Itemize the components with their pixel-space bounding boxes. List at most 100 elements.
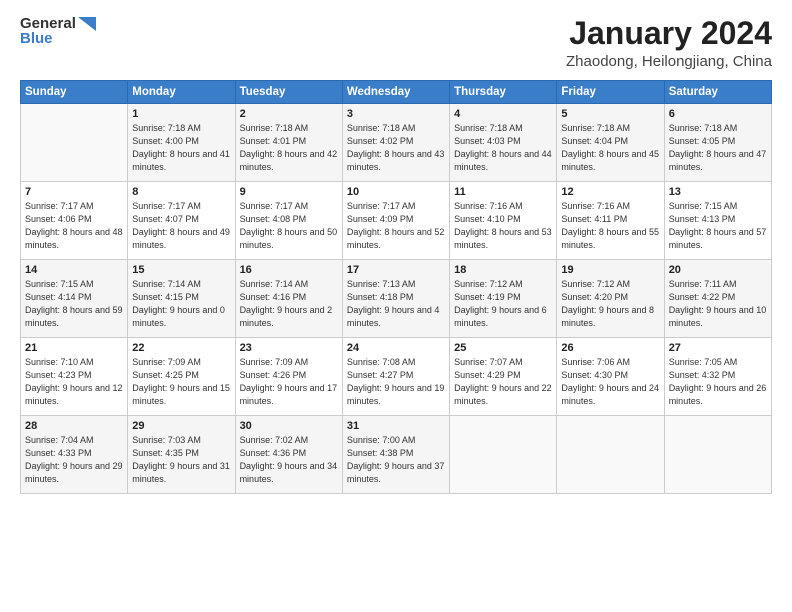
day-cell	[664, 416, 771, 494]
day-info: Sunrise: 7:18 AM Sunset: 4:01 PM Dayligh…	[240, 122, 338, 174]
day-cell: 26 Sunrise: 7:06 AM Sunset: 4:30 PM Dayli…	[557, 338, 664, 416]
day-number: 11	[454, 186, 552, 198]
day-info: Sunrise: 7:12 AM Sunset: 4:19 PM Dayligh…	[454, 278, 552, 330]
day-info: Sunrise: 7:15 AM Sunset: 4:13 PM Dayligh…	[669, 200, 767, 252]
day-info: Sunrise: 7:17 AM Sunset: 4:08 PM Dayligh…	[240, 200, 338, 252]
week-row-3: 14 Sunrise: 7:15 AM Sunset: 4:14 PM Dayli…	[21, 260, 772, 338]
week-row-4: 21Sunrise: 7:10 AM Sunset: 4:23 PM Dayli…	[21, 338, 772, 416]
day-info: Sunrise: 7:14 AM Sunset: 4:16 PM Dayligh…	[240, 278, 338, 330]
day-number: 3	[347, 108, 445, 120]
day-info: Sunrise: 7:16 AM Sunset: 4:11 PM Dayligh…	[561, 200, 659, 252]
day-number: 12	[561, 186, 659, 198]
day-number: 27	[669, 342, 767, 354]
day-info: Sunrise: 7:07 AM Sunset: 4:29 PM Dayligh…	[454, 356, 552, 408]
day-info: Sunrise: 7:17 AM Sunset: 4:09 PM Dayligh…	[347, 200, 445, 252]
day-info: Sunrise: 7:02 AM Sunset: 4:36 PM Dayligh…	[240, 434, 338, 486]
col-friday: Friday	[557, 81, 664, 104]
day-cell: 19 Sunrise: 7:12 AM Sunset: 4:20 PM Dayli…	[557, 260, 664, 338]
day-info: Sunrise: 7:11 AM Sunset: 4:22 PM Dayligh…	[669, 278, 767, 330]
day-cell: 21Sunrise: 7:10 AM Sunset: 4:23 PM Dayli…	[21, 338, 128, 416]
day-cell: 4 Sunrise: 7:18 AM Sunset: 4:03 PM Daylig…	[450, 104, 557, 182]
day-info: Sunrise: 7:05 AM Sunset: 4:32 PM Dayligh…	[669, 356, 767, 408]
day-info: Sunrise: 7:18 AM Sunset: 4:00 PM Dayligh…	[132, 122, 230, 174]
day-cell: 27 Sunrise: 7:05 AM Sunset: 4:32 PM Dayli…	[664, 338, 771, 416]
day-info: Sunrise: 7:17 AM Sunset: 4:07 PM Dayligh…	[132, 200, 230, 252]
day-number: 15	[132, 264, 230, 276]
day-number: 14	[25, 264, 123, 276]
day-number: 10	[347, 186, 445, 198]
col-thursday: Thursday	[450, 81, 557, 104]
day-info: Sunrise: 7:04 AM Sunset: 4:33 PM Dayligh…	[25, 434, 123, 486]
logo-container: General Blue	[20, 16, 96, 47]
day-cell	[21, 104, 128, 182]
day-number: 16	[240, 264, 338, 276]
day-info: Sunrise: 7:06 AM Sunset: 4:30 PM Dayligh…	[561, 356, 659, 408]
day-cell: 25 Sunrise: 7:07 AM Sunset: 4:29 PM Dayli…	[450, 338, 557, 416]
day-number: 17	[347, 264, 445, 276]
day-cell: 5 Sunrise: 7:18 AM Sunset: 4:04 PM Daylig…	[557, 104, 664, 182]
header: General Blue January 2024 Zhaodong, Heil…	[20, 16, 772, 70]
day-number: 30	[240, 420, 338, 432]
day-cell	[450, 416, 557, 494]
day-number: 8	[132, 186, 230, 198]
day-info: Sunrise: 7:14 AM Sunset: 4:15 PM Dayligh…	[132, 278, 230, 330]
day-cell: 15 Sunrise: 7:14 AM Sunset: 4:15 PM Dayli…	[128, 260, 235, 338]
day-cell: 23Sunrise: 7:09 AM Sunset: 4:26 PM Dayli…	[235, 338, 342, 416]
day-info: Sunrise: 7:15 AM Sunset: 4:14 PM Dayligh…	[25, 278, 123, 330]
day-cell: 29 Sunrise: 7:03 AM Sunset: 4:35 PM Dayli…	[128, 416, 235, 494]
day-cell: 22Sunrise: 7:09 AM Sunset: 4:25 PM Dayli…	[128, 338, 235, 416]
day-cell: 8 Sunrise: 7:17 AM Sunset: 4:07 PM Daylig…	[128, 182, 235, 260]
day-cell: 2 Sunrise: 7:18 AM Sunset: 4:01 PM Daylig…	[235, 104, 342, 182]
day-info: Sunrise: 7:13 AM Sunset: 4:18 PM Dayligh…	[347, 278, 445, 330]
day-info: Sunrise: 7:18 AM Sunset: 4:02 PM Dayligh…	[347, 122, 445, 174]
logo-triangle-icon	[78, 17, 96, 31]
day-number: 26	[561, 342, 659, 354]
day-cell: 10 Sunrise: 7:17 AM Sunset: 4:09 PM Dayli…	[342, 182, 449, 260]
day-info: Sunrise: 7:18 AM Sunset: 4:05 PM Dayligh…	[669, 122, 767, 174]
day-info: Sunrise: 7:03 AM Sunset: 4:35 PM Dayligh…	[132, 434, 230, 486]
day-cell: 14 Sunrise: 7:15 AM Sunset: 4:14 PM Dayli…	[21, 260, 128, 338]
day-number: 25	[454, 342, 552, 354]
calendar-page: General Blue January 2024 Zhaodong, Heil…	[0, 0, 792, 612]
day-cell: 24Sunrise: 7:08 AM Sunset: 4:27 PM Dayli…	[342, 338, 449, 416]
month-title: January 2024	[566, 16, 772, 51]
day-info: Sunrise: 7:18 AM Sunset: 4:03 PM Dayligh…	[454, 122, 552, 174]
col-monday: Monday	[128, 81, 235, 104]
day-number: 19	[561, 264, 659, 276]
col-tuesday: Tuesday	[235, 81, 342, 104]
week-row-1: 1 Sunrise: 7:18 AM Sunset: 4:00 PM Daylig…	[21, 104, 772, 182]
day-info: Sunrise: 7:00 AM Sunset: 4:38 PM Dayligh…	[347, 434, 445, 486]
day-cell: 6Sunrise: 7:18 AM Sunset: 4:05 PM Daylig…	[664, 104, 771, 182]
day-number: 18	[454, 264, 552, 276]
col-wednesday: Wednesday	[342, 81, 449, 104]
day-number: 20	[669, 264, 767, 276]
day-number: 29	[132, 420, 230, 432]
day-info: Sunrise: 7:10 AM Sunset: 4:23 PM Dayligh…	[25, 356, 123, 408]
day-info: Sunrise: 7:17 AM Sunset: 4:06 PM Dayligh…	[25, 200, 123, 252]
day-cell: 18 Sunrise: 7:12 AM Sunset: 4:19 PM Dayli…	[450, 260, 557, 338]
title-block: January 2024 Zhaodong, Heilongjiang, Chi…	[566, 16, 772, 70]
day-info: Sunrise: 7:12 AM Sunset: 4:20 PM Dayligh…	[561, 278, 659, 330]
day-cell: 13 Sunrise: 7:15 AM Sunset: 4:13 PM Dayli…	[664, 182, 771, 260]
day-cell: 1 Sunrise: 7:18 AM Sunset: 4:00 PM Daylig…	[128, 104, 235, 182]
day-info: Sunrise: 7:09 AM Sunset: 4:26 PM Dayligh…	[240, 356, 338, 408]
logo: General Blue	[20, 16, 96, 47]
day-cell: 17 Sunrise: 7:13 AM Sunset: 4:18 PM Dayli…	[342, 260, 449, 338]
day-number: 4	[454, 108, 552, 120]
day-number: 2	[240, 108, 338, 120]
day-cell: 9Sunrise: 7:17 AM Sunset: 4:08 PM Daylig…	[235, 182, 342, 260]
day-number: 13	[669, 186, 767, 198]
week-row-5: 28Sunrise: 7:04 AM Sunset: 4:33 PM Dayli…	[21, 416, 772, 494]
header-row: Sunday Monday Tuesday Wednesday Thursday…	[21, 81, 772, 104]
col-saturday: Saturday	[664, 81, 771, 104]
location-title: Zhaodong, Heilongjiang, China	[566, 53, 772, 70]
day-info: Sunrise: 7:18 AM Sunset: 4:04 PM Dayligh…	[561, 122, 659, 174]
day-cell: 16 Sunrise: 7:14 AM Sunset: 4:16 PM Dayli…	[235, 260, 342, 338]
day-number: 31	[347, 420, 445, 432]
day-cell: 20 Sunrise: 7:11 AM Sunset: 4:22 PM Dayli…	[664, 260, 771, 338]
day-info: Sunrise: 7:16 AM Sunset: 4:10 PM Dayligh…	[454, 200, 552, 252]
day-cell: 3 Sunrise: 7:18 AM Sunset: 4:02 PM Daylig…	[342, 104, 449, 182]
day-number: 5	[561, 108, 659, 120]
day-number: 1	[132, 108, 230, 120]
col-sunday: Sunday	[21, 81, 128, 104]
